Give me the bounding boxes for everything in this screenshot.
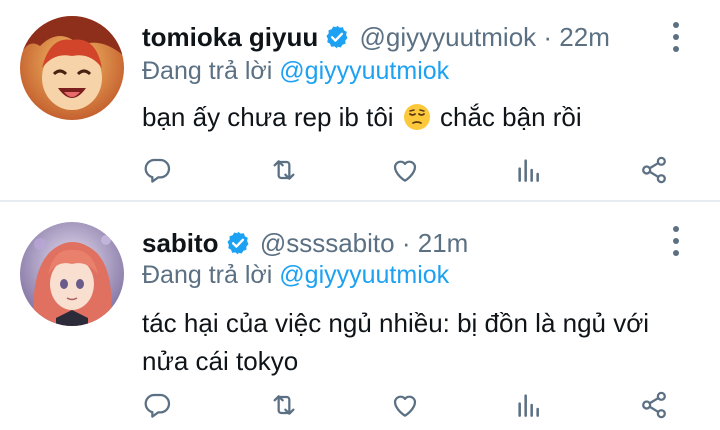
stats-icon[interactable] xyxy=(509,150,549,190)
heart-icon[interactable] xyxy=(385,150,425,190)
mention-link[interactable]: @giyyyuutmiok xyxy=(279,261,449,289)
replying-to: Đang trả lời @giyyyuutmiok xyxy=(142,54,449,88)
display-name[interactable]: sabito xyxy=(142,228,219,258)
stats-icon[interactable] xyxy=(509,385,549,425)
user-handle[interactable]: @ssssabito xyxy=(260,228,395,258)
pensive-face-icon xyxy=(403,103,431,131)
avatar[interactable] xyxy=(20,16,124,120)
retweet-icon[interactable] xyxy=(264,385,304,425)
heart-icon[interactable] xyxy=(385,385,425,425)
separator-dot: · xyxy=(401,228,411,258)
tweet-text: tác hại của việc ngủ nhiều: bị đồn là ng… xyxy=(142,308,650,376)
user-handle[interactable]: @giyyyuutmiok xyxy=(359,22,536,52)
separator-dot: · xyxy=(543,22,553,52)
display-name[interactable]: tomioka giyuu xyxy=(142,22,318,52)
tweet-feed: tomioka giyuu @giyyyuutmiok · 22m Đang t… xyxy=(0,0,720,430)
retweet-icon[interactable] xyxy=(264,150,304,190)
tweet-text-part: bạn ấy chưa rep ib tôi xyxy=(142,102,401,132)
share-icon[interactable] xyxy=(634,385,674,425)
more-options-icon[interactable] xyxy=(664,226,688,256)
reply-icon[interactable] xyxy=(137,385,177,425)
replying-label: Đang trả lời xyxy=(142,57,280,85)
reply-icon[interactable] xyxy=(137,150,177,190)
timestamp[interactable]: 21m xyxy=(418,228,469,258)
tweet-text: bạn ấy chưa rep ib tôi chắc bận rồi xyxy=(142,98,702,136)
more-options-icon[interactable] xyxy=(664,22,688,52)
tweet[interactable]: tomioka giyuu @giyyyuutmiok · 22m Đang t… xyxy=(0,0,720,200)
avatar[interactable] xyxy=(20,222,124,326)
timestamp[interactable]: 22m xyxy=(559,22,610,52)
tweet-actions xyxy=(0,150,720,190)
replying-label: Đang trả lời xyxy=(142,261,280,289)
tweet-actions xyxy=(0,385,720,425)
mention-link[interactable]: @giyyyuutmiok xyxy=(279,57,449,85)
replying-to: Đang trả lời @giyyyuutmiok xyxy=(142,258,449,292)
tweet[interactable]: sabito @ssssabito · 21m Đang trả lời @gi… xyxy=(0,202,720,430)
tweet-text-part: chắc bận rồi xyxy=(432,102,582,132)
share-icon[interactable] xyxy=(634,150,674,190)
